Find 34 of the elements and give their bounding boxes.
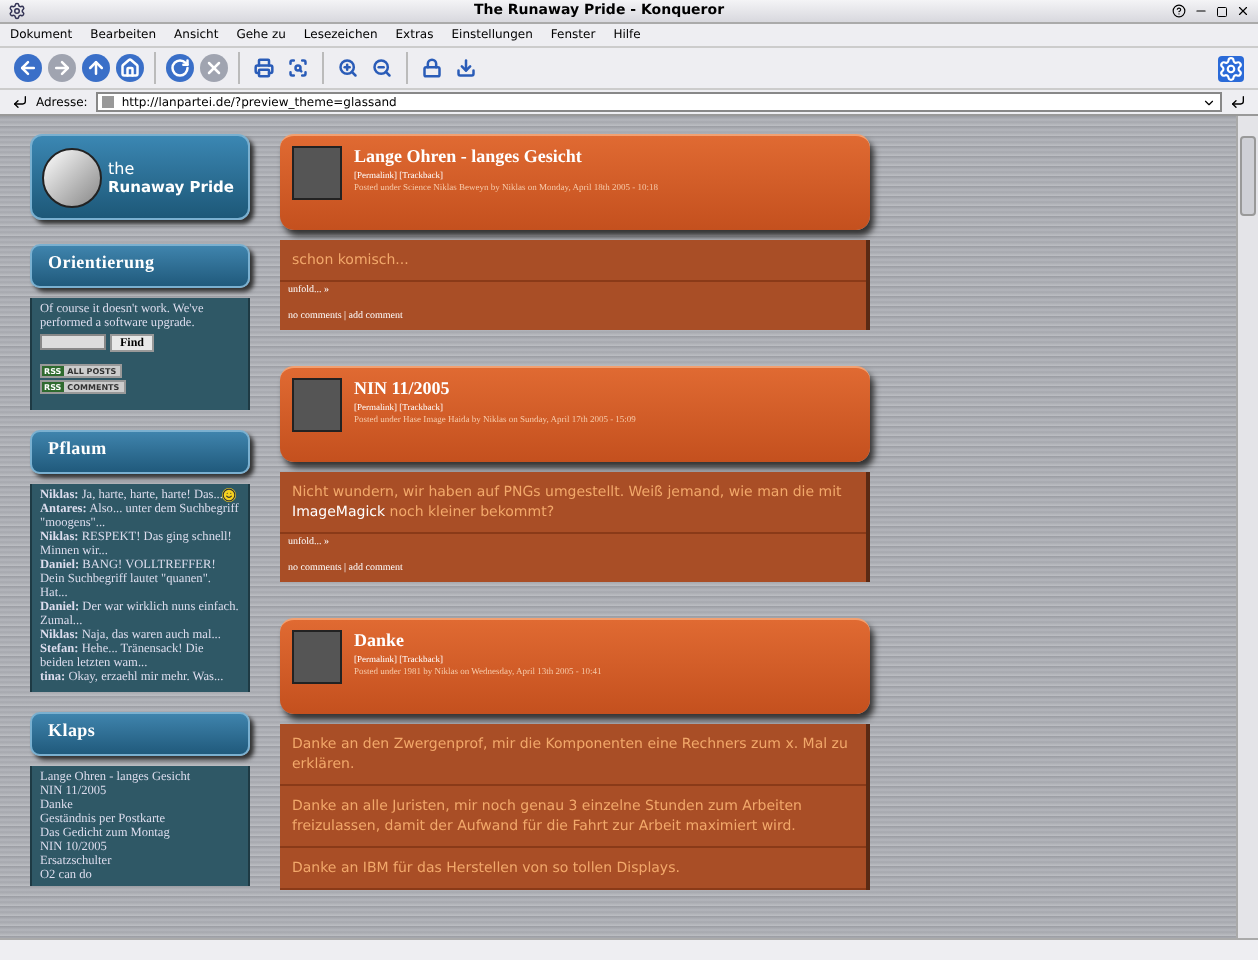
post-title[interactable]: Danke — [354, 632, 602, 650]
minimize-icon[interactable] — [1194, 4, 1208, 18]
sidebar-header: Klaps — [30, 712, 250, 756]
search-field[interactable] — [40, 334, 106, 350]
gear-icon[interactable] — [1218, 55, 1244, 81]
page-icon — [101, 96, 114, 108]
photo-placeholder — [292, 630, 342, 684]
post-title[interactable]: Lange Ohren - langes Gesicht — [354, 148, 658, 166]
reload-icon[interactable] — [166, 54, 194, 82]
go-icon[interactable] — [1230, 94, 1246, 110]
back-icon[interactable] — [14, 54, 42, 82]
post-title[interactable]: NIN 11/2005 — [354, 380, 636, 398]
lock-icon[interactable] — [418, 54, 446, 82]
up-icon[interactable] — [82, 54, 110, 82]
dropdown-icon[interactable] — [1202, 95, 1216, 109]
maximize-icon[interactable] — [1216, 5, 1228, 17]
sidebar-header: Orientierung — [30, 244, 250, 288]
download-icon[interactable] — [452, 54, 480, 82]
help-icon[interactable] — [1172, 4, 1186, 18]
logo-emblem-icon — [42, 147, 102, 207]
photo-placeholder — [292, 146, 342, 200]
clear-icon[interactable] — [12, 94, 28, 110]
print-icon[interactable] — [250, 54, 278, 82]
logo-text-small: the — [108, 159, 137, 177]
photo-placeholder — [292, 378, 342, 432]
sidebar-header: Pflaum — [30, 430, 250, 474]
close-icon[interactable] — [1236, 4, 1250, 18]
smiley-icon — [222, 488, 237, 502]
app-icon — [8, 2, 26, 20]
zoom-in-icon[interactable] — [334, 54, 362, 82]
zoom-out-icon[interactable] — [368, 54, 396, 82]
scrollbar[interactable] — [1236, 116, 1258, 938]
home-icon[interactable] — [116, 54, 144, 82]
search-icon[interactable] — [284, 54, 312, 82]
